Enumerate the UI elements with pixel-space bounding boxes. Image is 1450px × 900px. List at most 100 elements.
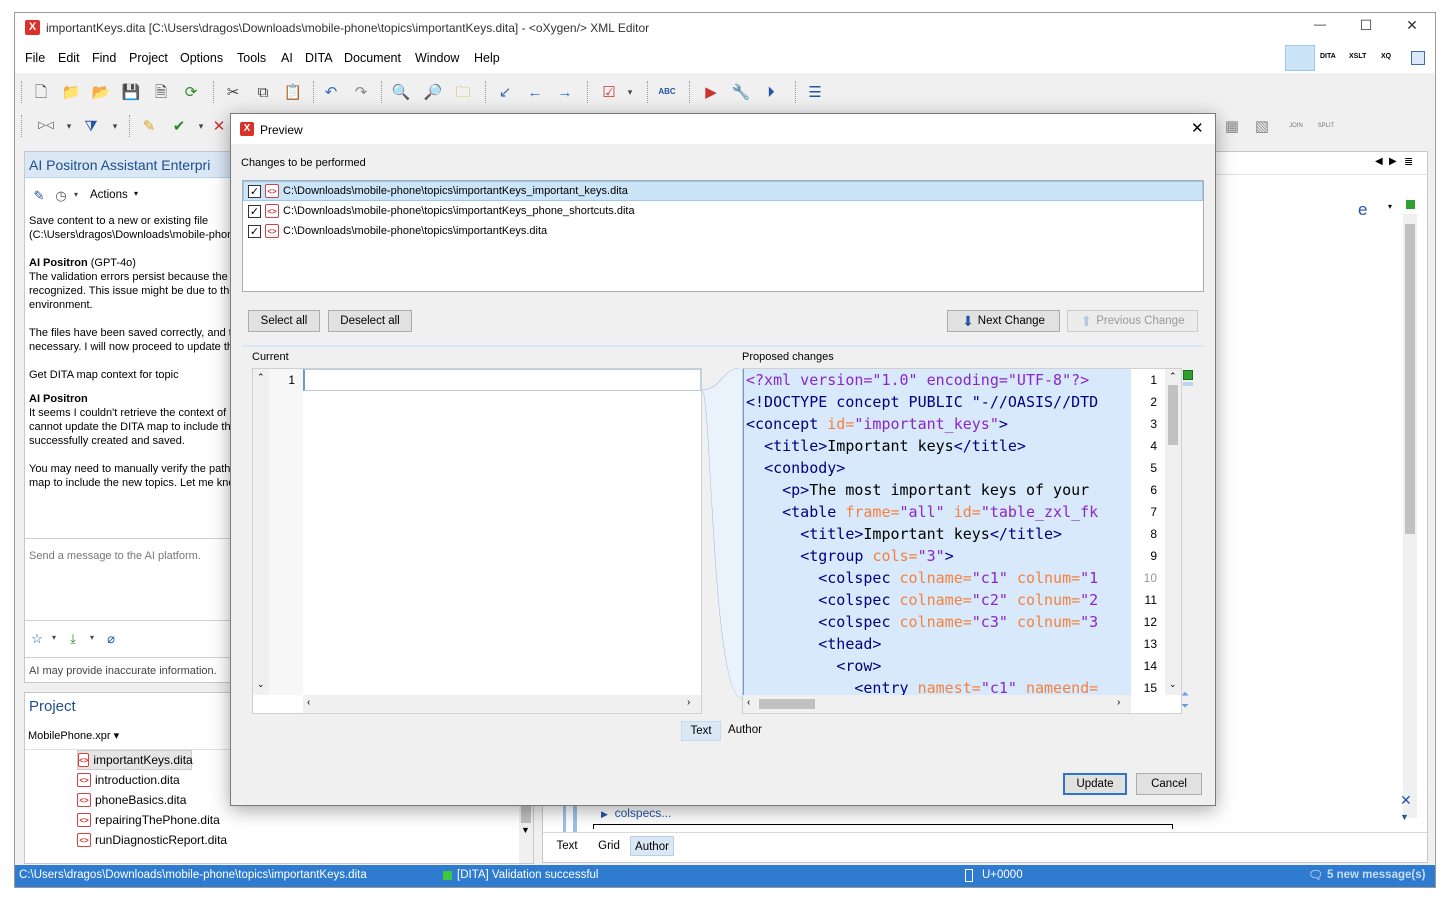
deselect-all-button[interactable]: Deselect all — [328, 310, 412, 332]
project-tree-item[interactable]: <> importantKeys.dita — [77, 750, 193, 770]
navigate-up-icon[interactable]: ⏶ — [1181, 689, 1189, 700]
view-tab-author[interactable]: Author — [723, 721, 767, 741]
editor-tabs-menu-icon[interactable]: ≣ — [1404, 155, 1413, 168]
apply-transformation-icon[interactable]: ▶ — [699, 80, 723, 104]
previous-change-button[interactable]: ⬆ Previous Change — [1067, 310, 1198, 332]
xquery-perspective-icon[interactable]: XQ — [1381, 53, 1391, 60]
editor-perspective-icon[interactable] — [1285, 45, 1315, 71]
menu-document[interactable]: Document — [344, 51, 401, 65]
view-tab-text[interactable]: Text — [681, 721, 721, 741]
attach-icon[interactable]: ⌀ — [103, 630, 119, 646]
spellcheck-icon[interactable]: ABC — [655, 80, 679, 104]
maximize-button[interactable]: ☐ — [1351, 17, 1381, 39]
scroll-down-icon[interactable]: ⌄ — [1169, 679, 1177, 690]
format-indent-icon[interactable]: ☰ — [803, 80, 827, 104]
favorites-dropdown-icon[interactable]: ▾ — [49, 630, 59, 646]
redo-icon[interactable]: ↷ — [349, 80, 373, 104]
find-in-files-icon[interactable]: 🔎 — [421, 80, 445, 104]
project-tree-item[interactable]: <> runDiagnosticReport.dita — [77, 830, 227, 850]
table-delete-icon[interactable]: ▧ — [1251, 115, 1273, 137]
copy-icon[interactable]: ⧉ — [251, 80, 275, 104]
change-checkbox[interactable]: ✓ — [248, 204, 261, 218]
save-as-icon[interactable]: 🗎 — [149, 80, 173, 104]
filter-icon[interactable]: ⧩ — [79, 115, 103, 137]
project-tree-item[interactable]: <> introduction.dita — [77, 770, 180, 790]
insert-element-icon[interactable]: e — [1358, 200, 1367, 220]
editor-scrollbar[interactable] — [1403, 214, 1417, 818]
open-folder-icon[interactable]: 📁 — [59, 80, 83, 104]
tag-display-dropdown-icon[interactable]: ▾ — [63, 115, 75, 137]
back-icon[interactable]: ← — [523, 80, 547, 104]
actions-menu[interactable]: Actions — [90, 189, 128, 201]
insert-dropdown-icon[interactable]: ▾ — [87, 630, 97, 646]
close-icon[interactable]: ✕ — [1400, 792, 1412, 809]
accept-dropdown-icon[interactable]: ▾ — [195, 115, 207, 137]
scrollbar-thumb[interactable] — [759, 699, 815, 709]
messages-icon[interactable]: 🗨 — [1308, 868, 1323, 882]
open-url-icon[interactable]: 📂 — [89, 80, 113, 104]
table-properties-icon[interactable]: ▦ — [1221, 115, 1243, 137]
menu-find[interactable]: Find — [92, 51, 116, 65]
join-cells-icon[interactable]: JOIN — [1283, 115, 1309, 137]
menu-options[interactable]: Options — [180, 51, 223, 65]
select-all-button[interactable]: Select all — [248, 310, 320, 332]
scroll-down-icon[interactable]: ▼ — [1400, 812, 1409, 822]
menu-project[interactable]: Project — [129, 51, 168, 65]
dialog-close-icon[interactable]: ✕ — [1191, 119, 1204, 137]
project-file-selector[interactable]: MobilePhone.xpr ▾ — [28, 729, 119, 742]
menu-dita[interactable]: DITA — [305, 51, 333, 65]
menu-edit[interactable]: Edit — [58, 51, 80, 65]
tab-grid[interactable]: Grid — [591, 836, 627, 856]
insert-icon[interactable]: ⤓ — [65, 630, 81, 646]
xslt-perspective-icon[interactable]: XSLT — [1349, 53, 1366, 60]
menu-tools[interactable]: Tools — [237, 51, 266, 65]
diff-marker[interactable] — [1183, 382, 1193, 386]
proposed-hscroll[interactable]: ‹ › — [743, 695, 1131, 713]
menu-ai[interactable]: AI — [281, 51, 293, 65]
favorites-icon[interactable]: ☆ — [29, 630, 45, 646]
new-chat-icon[interactable]: ✎ — [31, 187, 47, 203]
scroll-left-icon[interactable]: ‹ — [747, 697, 750, 708]
find-icon[interactable]: 🔍 — [389, 80, 413, 104]
cancel-button[interactable]: Cancel — [1136, 773, 1202, 795]
change-checkbox[interactable]: ✓ — [248, 224, 261, 238]
debug-icon[interactable]: ⏵ — [759, 80, 783, 104]
proposed-vscroll[interactable]: ⌃ ⌄ — [1165, 369, 1181, 695]
editor-tabs-left-icon[interactable]: ◀ — [1375, 156, 1383, 167]
project-tree-item[interactable]: <> repairingThePhone.dita — [77, 810, 220, 830]
menu-help[interactable]: Help — [474, 51, 500, 65]
menu-file[interactable]: File — [25, 51, 45, 65]
go-to-icon[interactable]: ↙ — [493, 80, 517, 104]
tag-display-icon[interactable]: ▷◁ — [31, 115, 61, 137]
chat-input[interactable]: Send a message to the AI platform. — [29, 550, 201, 562]
validate-dropdown-icon[interactable]: ▾ — [623, 80, 637, 104]
change-item[interactable]: ✓ <> C:\Downloads\mobile-phone\topics\impo… — [243, 221, 1203, 241]
configure-transformation-icon[interactable]: 🔧 — [729, 80, 753, 104]
reload-icon[interactable]: ⟳ — [179, 80, 203, 104]
filter-dropdown-icon[interactable]: ▾ — [109, 115, 121, 137]
database-perspective-icon[interactable] — [1411, 51, 1425, 65]
track-changes-icon[interactable]: ✎ — [137, 115, 161, 137]
scroll-down-icon[interactable]: ⌄ — [257, 679, 265, 690]
close-window-button[interactable]: ✕ — [1397, 17, 1427, 39]
scrollbar-thumb[interactable] — [521, 803, 531, 823]
dita-perspective-icon[interactable]: DITA — [1320, 53, 1336, 60]
reject-change-icon[interactable]: ✕ — [211, 115, 227, 137]
save-icon[interactable]: 💾 — [119, 80, 143, 104]
accept-change-icon[interactable]: ✔ — [167, 115, 191, 137]
scrollbar-thumb[interactable] — [1168, 385, 1178, 445]
new-file-icon[interactable]: 🗋 — [29, 80, 53, 104]
forward-icon[interactable]: → — [553, 80, 577, 104]
actions-dropdown-icon[interactable]: ▾ — [134, 189, 138, 198]
validate-icon[interactable]: ☑ — [597, 80, 621, 104]
scrollbar-thumb[interactable] — [1405, 224, 1415, 534]
scroll-left-icon[interactable]: ‹ — [307, 697, 310, 708]
current-editor[interactable] — [303, 369, 701, 391]
paste-icon[interactable]: 📋 — [281, 80, 305, 104]
find-replace-icon[interactable]: 🗀 — [451, 80, 475, 104]
tab-author[interactable]: Author — [630, 836, 674, 856]
next-change-button[interactable]: ⬇ Next Change — [947, 310, 1060, 332]
change-item[interactable]: ✓ <> C:\Downloads\mobile-phone\topics\impo… — [243, 181, 1203, 201]
undo-icon[interactable]: ↶ — [319, 80, 343, 104]
scroll-right-icon[interactable]: › — [687, 697, 690, 708]
